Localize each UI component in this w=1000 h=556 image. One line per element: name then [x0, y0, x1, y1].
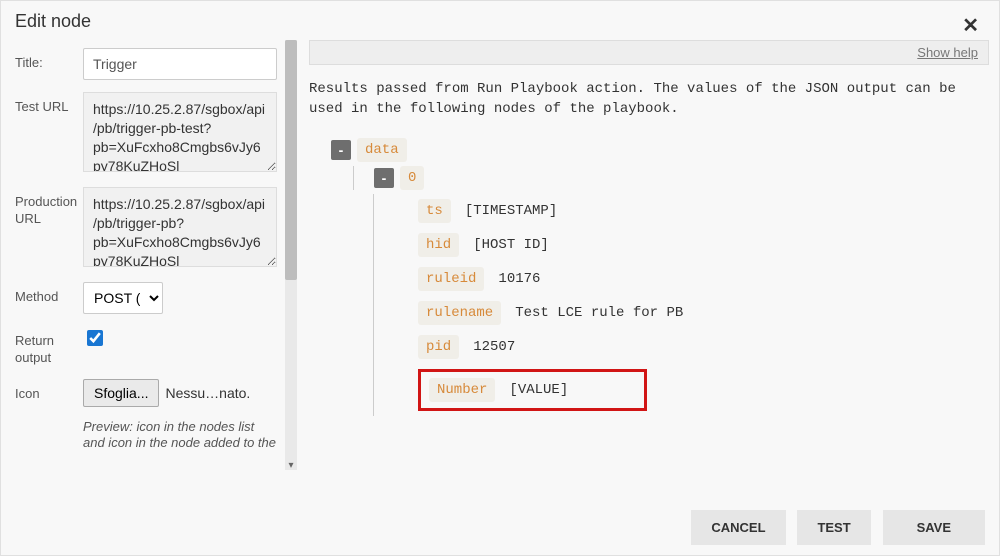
tree-key[interactable]: rulename — [418, 301, 501, 325]
method-select[interactable]: POST ( — [83, 282, 163, 314]
left-pane: Title: Test URL https://10.25.2.87/sgbox… — [15, 40, 285, 470]
tree-key[interactable]: Number — [429, 378, 495, 402]
help-bar: Show help — [309, 40, 989, 65]
row-method: Method POST ( — [15, 282, 277, 314]
row-test-url: Test URL https://10.25.2.87/sgbox/api/pb… — [15, 92, 277, 175]
edit-node-modal: Edit node ✕ Title: Test URL https://10.2… — [0, 0, 1000, 556]
left-scrollbar[interactable]: ▴ ▾ — [285, 40, 297, 470]
tree-key[interactable]: hid — [418, 233, 459, 257]
method-label: Method — [15, 282, 83, 306]
title-input[interactable] — [83, 48, 277, 80]
results-description: Results passed from Run Playbook action.… — [309, 79, 989, 120]
tree-leaf: ts [TIMESTAMP] — [418, 194, 989, 228]
tree-key[interactable]: pid — [418, 335, 459, 359]
tree-leaf: ruleid 10176 — [418, 262, 989, 296]
preview-help-text: Preview: icon in the nodes list and icon… — [83, 419, 277, 452]
show-help-link[interactable]: Show help — [917, 45, 978, 60]
close-icon[interactable]: ✕ — [962, 13, 979, 38]
return-output-label: Return output — [15, 326, 83, 367]
tree-leaf: pid 12507 — [418, 330, 989, 364]
tree-value: [HOST ID] — [473, 237, 549, 253]
modal-body: Title: Test URL https://10.25.2.87/sgbox… — [1, 40, 999, 470]
title-label: Title: — [15, 48, 83, 72]
tree-value: 10176 — [498, 271, 540, 287]
collapse-icon[interactable]: - — [374, 168, 394, 188]
test-url-textarea[interactable]: https://10.25.2.87/sgbox/api/pb/trigger-… — [83, 92, 277, 172]
tree-value: [VALUE] — [509, 382, 568, 398]
tree-leaf: hid [HOST ID] — [418, 228, 989, 262]
modal-footer: CANCEL TEST SAVE — [1, 500, 999, 555]
browse-button[interactable]: Sfoglia... — [83, 379, 159, 407]
scroll-down-icon[interactable]: ▾ — [285, 460, 297, 472]
tree-leaf: Number [VALUE] — [418, 364, 989, 416]
production-url-label: Production URL — [15, 187, 83, 228]
tree-node-data: - data — [331, 138, 989, 162]
file-name-text: Nessu…nato. — [165, 385, 250, 401]
cancel-button[interactable]: CANCEL — [691, 510, 785, 545]
row-icon: Icon Sfoglia... Nessu…nato. — [15, 379, 277, 407]
tree-leaf: rulename Test LCE rule for PB — [418, 296, 989, 330]
tree-leaves: ts[TIMESTAMP]hid[HOST ID]ruleid10176rule… — [373, 194, 989, 416]
icon-label: Icon — [15, 379, 83, 403]
collapse-icon[interactable]: - — [331, 140, 351, 160]
highlighted-leaf: Number [VALUE] — [418, 369, 647, 411]
scroll-thumb[interactable] — [285, 40, 297, 280]
test-url-label: Test URL — [15, 92, 83, 116]
row-return-output: Return output — [15, 326, 277, 367]
modal-header: Edit node ✕ — [1, 1, 999, 40]
return-output-checkbox[interactable] — [87, 330, 103, 346]
tree-value: 12507 — [473, 339, 515, 355]
production-url-textarea[interactable]: https://10.25.2.87/sgbox/api/pb/trigger-… — [83, 187, 277, 267]
row-production-url: Production URL https://10.25.2.87/sgbox/… — [15, 187, 277, 270]
right-pane: Show help Results passed from Run Playbo… — [303, 40, 989, 470]
save-button[interactable]: SAVE — [883, 510, 985, 545]
tree-value: Test LCE rule for PB — [515, 305, 683, 321]
tree-value: [TIMESTAMP] — [465, 203, 557, 219]
json-tree: - data - 0 ts [TIMESTAMP] hid [HOST ID] rule… — [309, 138, 989, 416]
modal-title: Edit node — [15, 11, 91, 31]
tree-key[interactable]: ruleid — [418, 267, 484, 291]
tree-key[interactable]: 0 — [400, 166, 424, 190]
tree-key[interactable]: data — [357, 138, 407, 162]
test-button[interactable]: TEST — [797, 510, 870, 545]
tree-node-index: - 0 — [353, 166, 989, 190]
row-title: Title: — [15, 48, 277, 80]
tree-key[interactable]: ts — [418, 199, 451, 223]
